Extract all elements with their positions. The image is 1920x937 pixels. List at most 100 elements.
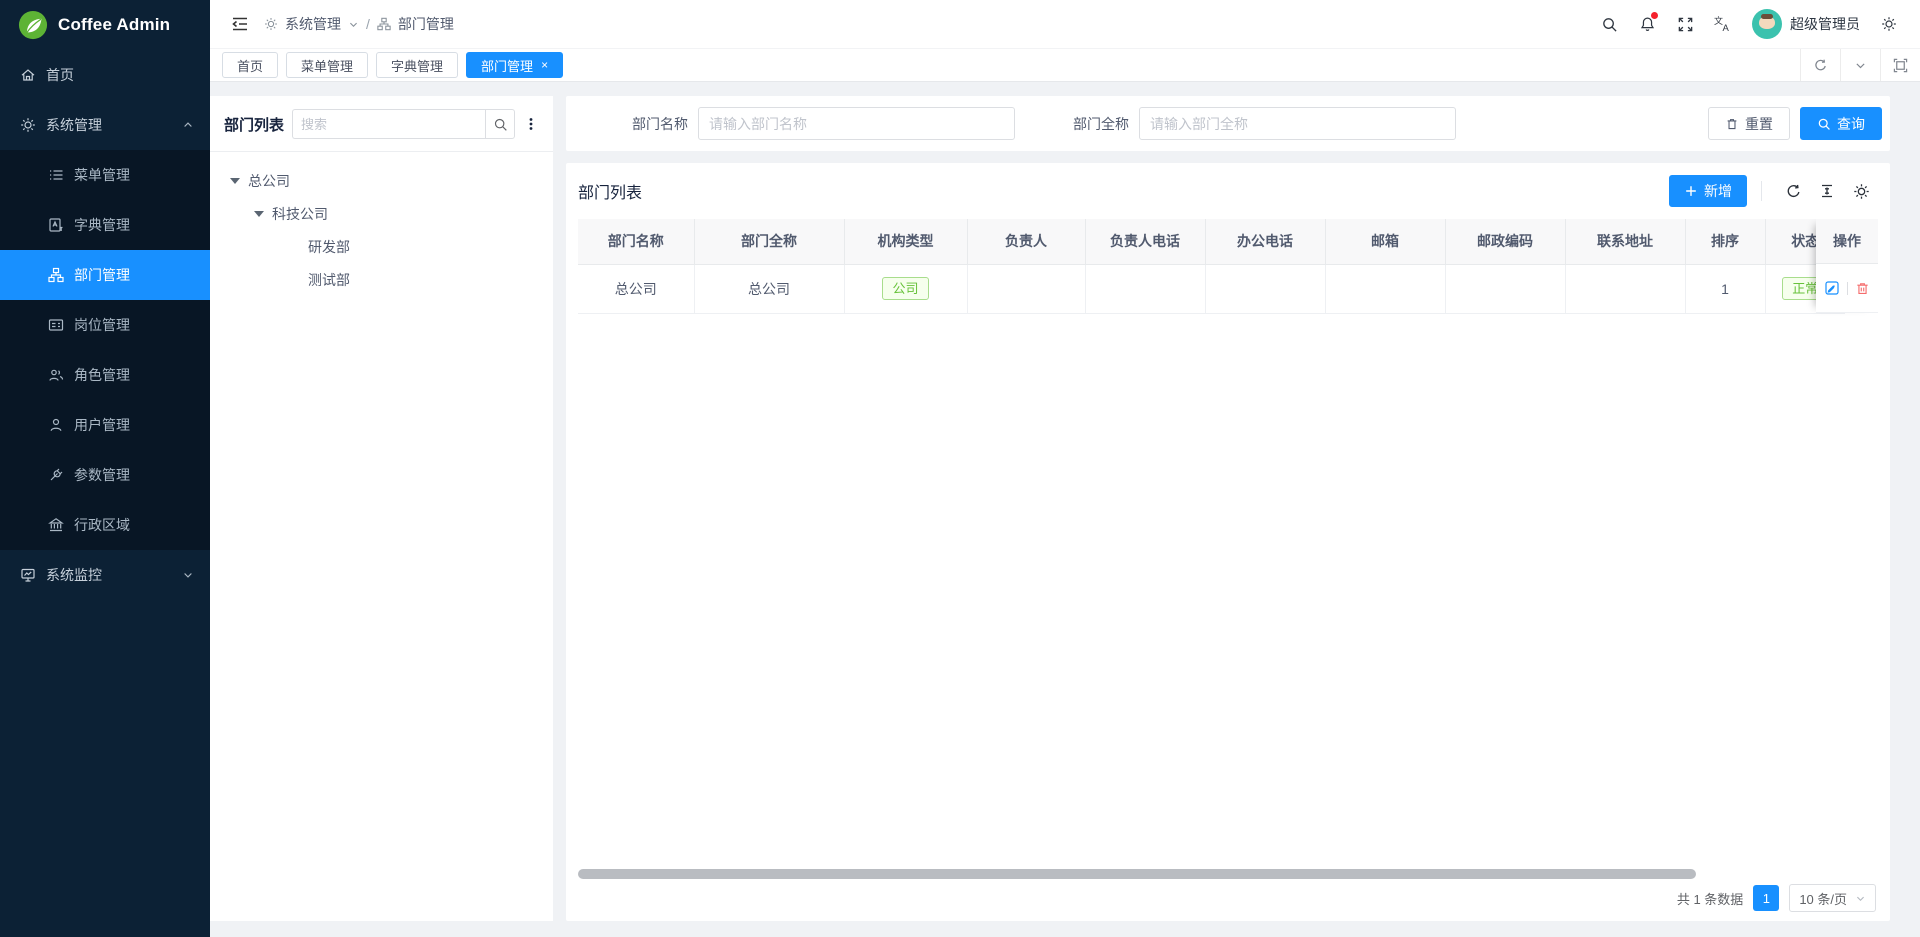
col-email: 邮箱 xyxy=(1325,219,1445,264)
add-button[interactable]: 新增 xyxy=(1669,175,1747,207)
refresh-icon xyxy=(1813,58,1828,73)
tab-dept-mgmt[interactable]: 部门管理 × xyxy=(466,52,563,78)
org-type-tag: 公司 xyxy=(882,277,928,301)
dept-name-input[interactable] xyxy=(698,107,1015,140)
table-header-row: 部门名称 部门全称 机构类型 负责人 负责人电话 办公电话 邮箱 邮政编码 联系… xyxy=(578,219,1845,264)
tree-more-button[interactable] xyxy=(523,116,539,132)
close-tab-icon[interactable]: × xyxy=(541,59,548,71)
sidebar-item-monitor[interactable]: 系统监控 xyxy=(0,550,210,600)
content-area: 部门列表 总公司 科技公司 研发部 xyxy=(210,82,1920,937)
notifications-button[interactable] xyxy=(1628,0,1666,49)
tab-menu-mgmt[interactable]: 菜单管理 xyxy=(286,52,368,78)
sidebar-item-region-mgmt[interactable]: 行政区域 xyxy=(0,500,210,550)
cell-full-name: 总公司 xyxy=(694,264,844,313)
org-chart-icon xyxy=(48,267,64,283)
notification-badge xyxy=(1651,12,1658,19)
tree-node-head-office[interactable]: 总公司 xyxy=(224,164,539,197)
page-size-select[interactable]: 10 条/页 xyxy=(1789,884,1876,912)
horizontal-scrollbar-thumb[interactable] xyxy=(578,869,1696,879)
table-scroll-area[interactable]: 部门名称 部门全称 机构类型 负责人 负责人电话 办公电话 邮箱 邮政编码 联系… xyxy=(578,219,1878,314)
tree-node-rd-dept[interactable]: 研发部 xyxy=(224,230,539,263)
table-zone: 部门名称 部门全称 机构类型 负责人 负责人电话 办公电话 邮箱 邮政编码 联系… xyxy=(578,219,1878,867)
search-icon xyxy=(1601,16,1618,33)
refresh-tab-button[interactable] xyxy=(1800,49,1840,81)
pagination: 共 1 条数据 1 10 条/页 xyxy=(566,881,1890,921)
sidebar-item-user-mgmt[interactable]: 用户管理 xyxy=(0,400,210,450)
breadcrumb: 系统管理 / 部门管理 xyxy=(264,14,454,34)
cell-email xyxy=(1325,264,1445,313)
language-switch-button[interactable]: 文A xyxy=(1704,0,1742,49)
translate-icon: 文A xyxy=(1714,15,1732,33)
dept-fullname-input[interactable] xyxy=(1139,107,1456,140)
tree-search-button[interactable] xyxy=(485,109,515,139)
divider xyxy=(1761,181,1762,201)
chevron-down-icon xyxy=(1854,59,1867,72)
fullscreen-button[interactable] xyxy=(1666,0,1704,49)
col-actions: 操作 xyxy=(1816,219,1878,264)
page-button-1[interactable]: 1 xyxy=(1753,885,1779,911)
breadcrumb-section[interactable]: 系统管理 xyxy=(285,14,341,34)
query-button[interactable]: 查询 xyxy=(1800,107,1882,140)
tree-node-tech-company[interactable]: 科技公司 xyxy=(224,197,539,230)
sidebar-item-home[interactable]: 首页 xyxy=(0,50,210,100)
delete-row-button[interactable] xyxy=(1855,281,1870,296)
cell-org-type: 公司 xyxy=(844,264,967,313)
top-header: 系统管理 / 部门管理 文A 超级管理员 xyxy=(210,0,1920,49)
table-toolbar: 新增 xyxy=(1669,175,1878,207)
tab-options-button[interactable] xyxy=(1840,49,1880,81)
dept-fullname-label: 部门全称 xyxy=(1073,114,1129,134)
menu-fold-icon xyxy=(231,15,249,33)
sidebar: Coffee Admin 首页 系统管理 菜单管理 字典管理 部门管理 岗位管理… xyxy=(0,0,210,937)
table-title: 部门列表 xyxy=(578,179,642,203)
global-search-button[interactable] xyxy=(1590,0,1628,49)
cell-leader xyxy=(967,264,1085,313)
refresh-table-button[interactable] xyxy=(1776,183,1810,200)
user-icon xyxy=(48,417,64,433)
fullscreen-icon xyxy=(1677,16,1694,33)
org-chart-icon xyxy=(377,17,391,31)
tab-dict-mgmt[interactable]: 字典管理 xyxy=(376,52,458,78)
sidebar-item-post-mgmt[interactable]: 岗位管理 xyxy=(0,300,210,350)
tree-search-input[interactable] xyxy=(292,109,485,139)
tree-node-test-dept[interactable]: 测试部 xyxy=(224,263,539,296)
breadcrumb-page: 部门管理 xyxy=(398,14,454,34)
row-height-button[interactable] xyxy=(1810,183,1844,199)
id-card-icon xyxy=(48,317,64,333)
maximize-content-button[interactable] xyxy=(1880,49,1920,81)
caret-down-icon[interactable] xyxy=(230,178,240,184)
gear-icon xyxy=(20,117,36,133)
col-sort: 排序 xyxy=(1685,219,1765,264)
sidebar-item-role-mgmt[interactable]: 角色管理 xyxy=(0,350,210,400)
sidebar-item-system[interactable]: 系统管理 xyxy=(0,100,210,150)
sidebar-item-dept-mgmt[interactable]: 部门管理 xyxy=(0,250,210,300)
column-settings-button[interactable] xyxy=(1844,183,1878,200)
breadcrumb-separator: / xyxy=(366,16,370,32)
sidebar-item-dict-mgmt[interactable]: 字典管理 xyxy=(0,200,210,250)
dictionary-icon xyxy=(48,217,64,233)
reset-button[interactable]: 重置 xyxy=(1708,107,1790,140)
settings-button[interactable] xyxy=(1870,0,1908,49)
plus-icon xyxy=(1684,184,1698,198)
caret-down-icon[interactable] xyxy=(254,211,264,217)
table-row[interactable]: 总公司 总公司 公司 1 正常 xyxy=(578,264,1845,313)
tree-panel-title: 部门列表 xyxy=(224,114,284,135)
horizontal-scrollbar-track[interactable] xyxy=(578,867,1878,881)
row-height-icon xyxy=(1819,183,1835,199)
filter-bar: 部门名称 部门全称 重置 查询 xyxy=(566,96,1890,151)
user-name[interactable]: 超级管理员 xyxy=(1790,14,1860,34)
app-logo[interactable]: Coffee Admin xyxy=(0,0,210,50)
cell-postcode xyxy=(1445,264,1565,313)
col-dept-name: 部门名称 xyxy=(578,219,694,264)
avatar[interactable] xyxy=(1752,9,1782,39)
tab-home[interactable]: 首页 xyxy=(222,52,278,78)
cell-office-phone xyxy=(1205,264,1325,313)
sidebar-item-menu-mgmt[interactable]: 菜单管理 xyxy=(0,150,210,200)
cell-dept-name: 总公司 xyxy=(578,264,694,313)
collapse-sidebar-button[interactable] xyxy=(222,0,258,49)
svg-text:A: A xyxy=(1723,23,1730,33)
refresh-icon xyxy=(1785,183,1802,200)
divider xyxy=(1847,282,1848,295)
sidebar-item-param-mgmt[interactable]: 参数管理 xyxy=(0,450,210,500)
edit-row-button[interactable] xyxy=(1824,280,1840,296)
dept-tree: 总公司 科技公司 研发部 测试部 xyxy=(224,152,539,296)
